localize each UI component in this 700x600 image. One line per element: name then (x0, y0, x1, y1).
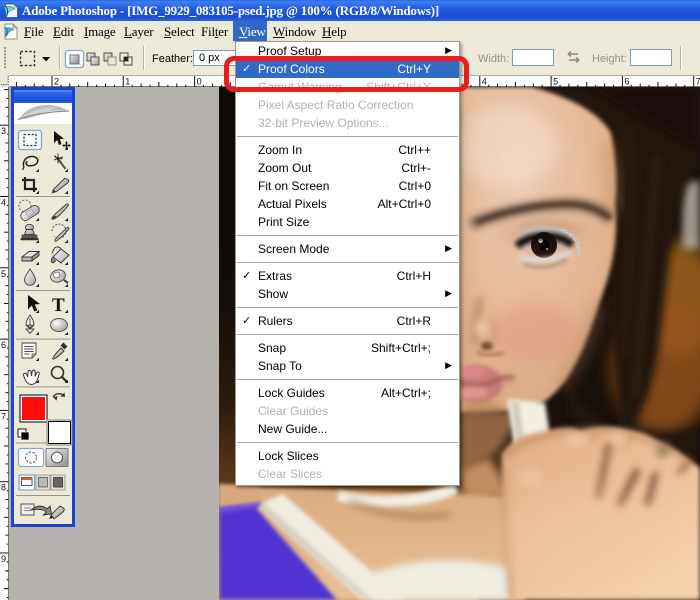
svg-text:5: 5 (1, 269, 6, 279)
svg-text:T: T (52, 295, 65, 316)
svg-text:1: 1 (125, 77, 130, 87)
svg-text:6: 6 (624, 77, 629, 87)
svg-text:6: 6 (1, 340, 6, 350)
svg-text:5: 5 (553, 77, 558, 87)
svg-text:3: 3 (1, 126, 6, 136)
svg-text:8: 8 (1, 483, 6, 493)
svg-text:4: 4 (482, 77, 487, 87)
svg-text:2: 2 (54, 77, 59, 87)
svg-text:4: 4 (1, 198, 6, 208)
svg-text:9: 9 (1, 554, 6, 564)
svg-text:7: 7 (696, 77, 700, 87)
svg-text:0: 0 (197, 77, 202, 87)
svg-text:7: 7 (1, 411, 6, 421)
